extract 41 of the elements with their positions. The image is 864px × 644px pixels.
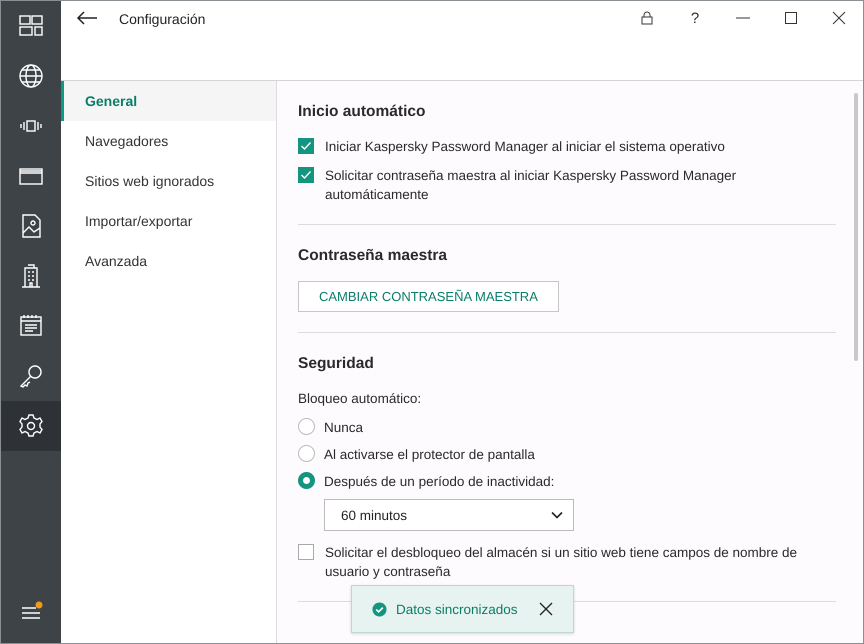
check-icon (300, 169, 312, 181)
window-title: Configuración (119, 11, 206, 27)
toast-message: Datos sincronizados (396, 602, 519, 616)
back-arrow-icon[interactable] (75, 9, 99, 27)
help-button[interactable]: ? (671, 1, 719, 35)
checkbox-label: Iniciar Kaspersky Password Manager al iniciar el sistema operativo (325, 138, 725, 156)
nav-item[interactable]: Navegadores (61, 121, 276, 161)
checkbox[interactable] (298, 544, 314, 560)
rail-button[interactable] (1, 401, 61, 451)
minimize-icon (736, 17, 750, 19)
key-icon (18, 363, 44, 389)
lock-icon (640, 11, 654, 25)
radio-label: Al activarse el protector de pantalla (324, 446, 535, 464)
section-heading: Inicio automático (298, 103, 426, 121)
radio-label: Nunca (324, 419, 364, 437)
nav-item[interactable]: General (61, 81, 276, 121)
close-icon (832, 11, 846, 25)
check-circle-icon (372, 602, 387, 616)
nav-item[interactable]: Importar/exportar (61, 201, 276, 241)
chevron-down-icon (551, 511, 563, 519)
scrollbar[interactable] (854, 93, 858, 361)
radio-button[interactable] (298, 418, 315, 435)
change-password-button[interactable]: CAMBIAR CONTRASEÑA MAESTRA (298, 281, 559, 312)
check-icon (300, 140, 312, 152)
checkbox[interactable] (298, 138, 314, 154)
globe-icon (18, 63, 44, 89)
maximize-icon (784, 11, 798, 25)
checkbox-label: Solicitar contraseña maestra al iniciar Kaspersky Password Manager automáticamente (325, 167, 738, 204)
field-label: Bloqueo automático: (298, 390, 422, 408)
section-heading: Seguridad (298, 355, 375, 373)
nav-item[interactable]: Avanzada (61, 241, 276, 281)
radio-button[interactable] (298, 445, 315, 462)
checkbox-label: Solicitar el desbloqueo del almacén si un sitio web tiene campos de nombre de usuario y contraseña (325, 544, 798, 581)
checkbox[interactable] (298, 167, 314, 183)
dropdown[interactable]: 60 minutos (324, 499, 574, 531)
radio-button[interactable] (298, 472, 315, 489)
close-icon[interactable] (539, 602, 553, 616)
radio-label: Después de un período de inactividad: (324, 473, 554, 491)
section-heading: Contraseña maestra (298, 247, 448, 265)
nav-item[interactable]: Sitios web ignorados (61, 161, 276, 201)
gear-icon (18, 413, 44, 439)
